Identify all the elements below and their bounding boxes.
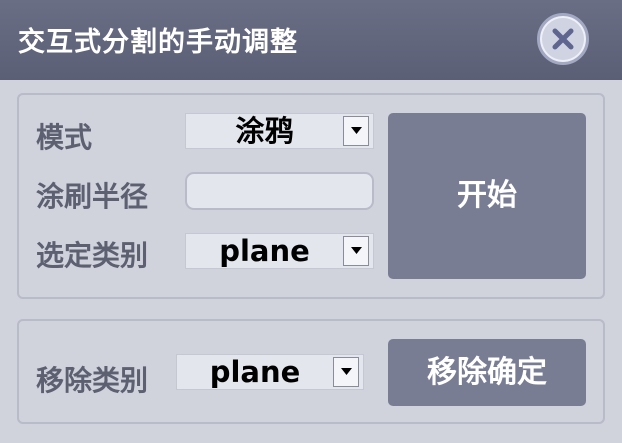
close-icon — [552, 28, 574, 50]
close-button[interactable] — [537, 13, 589, 65]
mode-select[interactable]: 涂鸦 — [185, 113, 374, 149]
chevron-down-icon — [341, 368, 352, 375]
brush-radius-label: 涂刷半径 — [36, 180, 149, 213]
manual-adjust-dialog: 交互式分割的手动调整 模式 涂鸦 涂刷半径 选定类别 plane 开始 移除类别… — [0, 0, 622, 443]
brush-radius-input[interactable] — [185, 172, 374, 210]
select-class-label: 选定类别 — [36, 239, 149, 272]
select-class-select[interactable]: plane — [185, 233, 374, 269]
chevron-down-icon — [351, 127, 362, 134]
mode-select-dropdown-button[interactable] — [343, 116, 369, 146]
remove-class-value: plane — [209, 355, 301, 389]
dialog-title: 交互式分割的手动调整 — [18, 27, 298, 58]
remove-class-label: 移除类别 — [36, 364, 149, 397]
start-button[interactable]: 开始 — [388, 113, 586, 279]
remove-confirm-button[interactable]: 移除确定 — [388, 339, 586, 406]
mode-select-value: 涂鸦 — [235, 114, 294, 148]
select-class-dropdown-button[interactable] — [343, 236, 369, 266]
remove-class-dropdown-button[interactable] — [333, 357, 359, 387]
select-class-value: plane — [219, 234, 310, 268]
mode-label: 模式 — [36, 121, 93, 154]
title-bar: 交互式分割的手动调整 — [0, 0, 622, 80]
chevron-down-icon — [351, 247, 362, 254]
remove-class-select[interactable]: plane — [176, 354, 364, 390]
